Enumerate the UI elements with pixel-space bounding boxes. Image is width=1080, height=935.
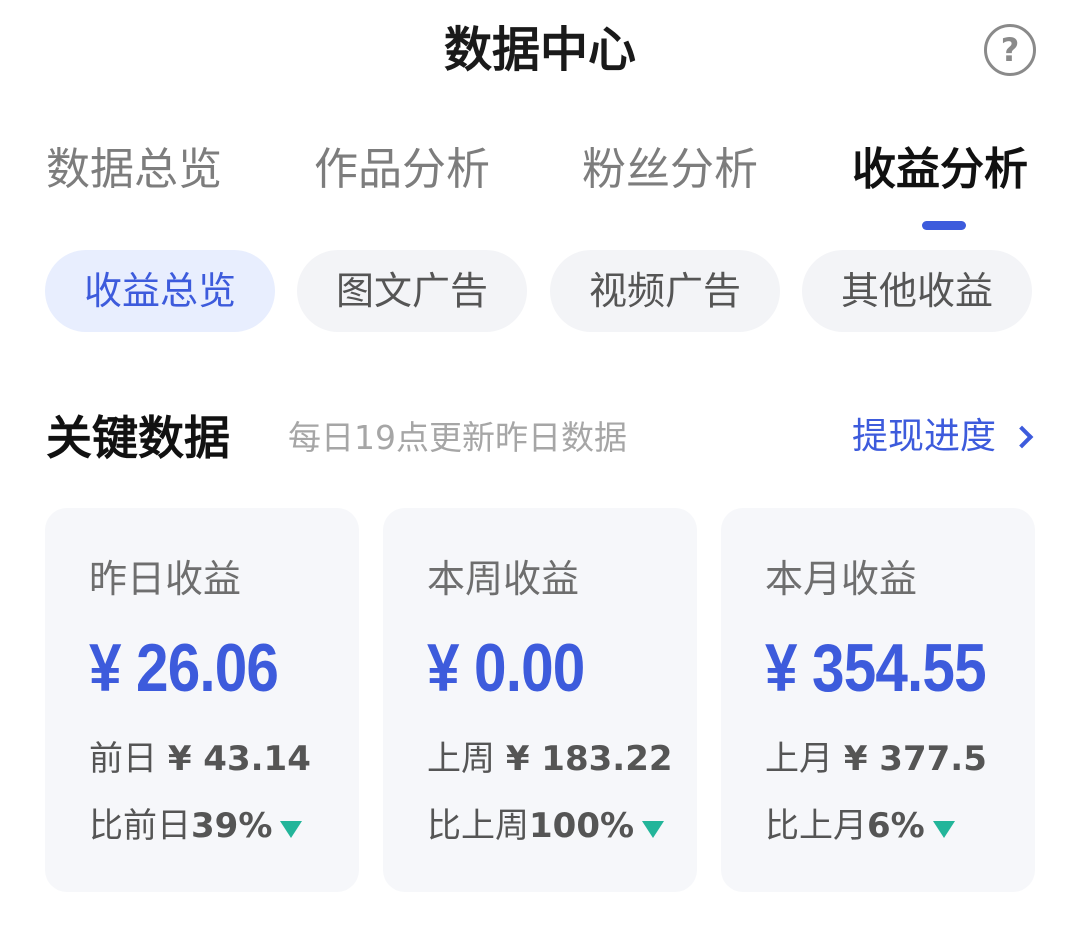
- page-title: 数据中心: [443, 22, 636, 78]
- down-triangle-icon: [280, 820, 303, 838]
- previous-value: ¥ 43.14: [167, 739, 311, 779]
- chip-video-ads[interactable]: 视频广告: [550, 250, 780, 332]
- section-title: 关键数据: [46, 411, 230, 465]
- card-label: 昨日收益: [89, 557, 242, 601]
- income-card-this-week[interactable]: 本周收益 ¥ 0.00 上周 ¥ 183.22 比上周 100%: [383, 508, 697, 892]
- previous-label: 上周: [427, 739, 495, 779]
- card-previous: 前日 ¥ 43.14: [89, 734, 311, 784]
- income-card-this-month[interactable]: 本月收益 ¥ 354.55 上月 ¥ 377.5 比上月 6%: [721, 508, 1035, 892]
- active-tab-indicator: [922, 221, 966, 230]
- card-previous: 上月 ¥ 377.5: [765, 734, 987, 784]
- down-triangle-icon: [932, 820, 955, 838]
- compare-percent: 100%: [529, 806, 635, 846]
- previous-value: ¥ 183.22: [505, 739, 673, 779]
- withdraw-progress-link[interactable]: 提现进度: [852, 412, 1034, 462]
- income-card-yesterday[interactable]: 昨日收益 ¥ 26.06 前日 ¥ 43.14 比前日 39%: [45, 508, 359, 892]
- header: 数据中心 ?: [0, 0, 1080, 100]
- update-note: 每日19点更新昨日数据: [288, 418, 627, 457]
- compare-label: 比上月: [765, 806, 867, 846]
- tab-data-overview[interactable]: 数据总览: [46, 135, 222, 205]
- chevron-right-icon: [1010, 425, 1034, 449]
- card-value: ¥ 26.06: [89, 630, 279, 706]
- withdraw-progress-label: 提现进度: [852, 416, 997, 457]
- card-compare: 比上周 100%: [427, 801, 665, 851]
- down-triangle-icon: [642, 820, 665, 838]
- card-label: 本周收益: [427, 557, 580, 601]
- card-compare: 比上月 6%: [765, 801, 955, 851]
- sub-tab-bar: 收益总览 图文广告 视频广告 其他收益: [0, 250, 1080, 332]
- tab-fans-analysis[interactable]: 粉丝分析: [582, 135, 758, 205]
- card-label: 本月收益: [765, 557, 918, 601]
- card-value: ¥ 354.55: [765, 630, 987, 706]
- previous-label: 前日: [89, 739, 157, 779]
- main-tab-bar: 数据总览 作品分析 粉丝分析 收益分析: [0, 135, 1080, 235]
- card-compare: 比前日 39%: [89, 801, 303, 851]
- compare-percent: 6%: [867, 806, 925, 846]
- chip-graphic-ads[interactable]: 图文广告: [297, 250, 527, 332]
- compare-percent: 39%: [191, 806, 273, 846]
- tab-works-analysis[interactable]: 作品分析: [314, 135, 490, 205]
- card-value: ¥ 0.00: [427, 630, 585, 706]
- chip-income-overview[interactable]: 收益总览: [45, 250, 275, 332]
- chip-other-income[interactable]: 其他收益: [802, 250, 1032, 332]
- compare-label: 比上周: [427, 806, 529, 846]
- previous-label: 上月: [765, 739, 833, 779]
- question-mark-circle-icon[interactable]: ?: [984, 24, 1036, 76]
- data-center-page: 数据中心 ? 数据总览 作品分析 粉丝分析 收益分析 收益总览 图文广告 视频广…: [0, 0, 1080, 935]
- compare-label: 比前日: [89, 806, 191, 846]
- tab-income-analysis[interactable]: 收益分析: [852, 135, 1028, 205]
- card-previous: 上周 ¥ 183.22: [427, 734, 673, 784]
- previous-value: ¥ 377.5: [843, 739, 987, 779]
